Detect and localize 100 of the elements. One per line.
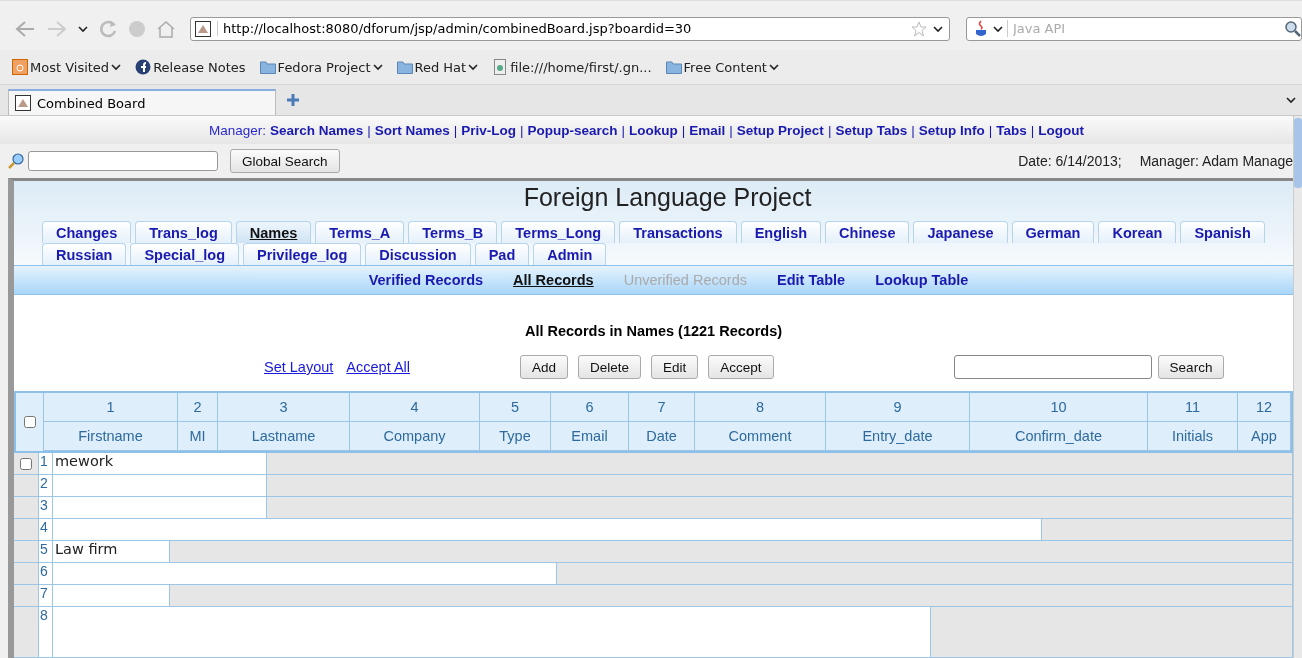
- chevron-down-icon[interactable]: [78, 24, 88, 33]
- bookmark-item[interactable]: Red Hat: [396, 59, 479, 75]
- chevron-down-icon[interactable]: [468, 63, 479, 71]
- tab[interactable]: Trans_log: [135, 221, 232, 243]
- column-header[interactable]: Initials: [1148, 422, 1238, 451]
- nav-link[interactable]: Setup Tabs: [835, 122, 908, 138]
- address-bar[interactable]: http://localhost:8080/dforum/jsp/admin/combinedBoard.jsp?boardid=30: [190, 16, 950, 41]
- text-link[interactable]: Set Layout: [264, 359, 334, 375]
- chevron-down-icon[interactable]: [372, 63, 383, 71]
- nav-link[interactable]: Logout: [1038, 122, 1084, 138]
- tab[interactable]: Admin: [533, 243, 607, 265]
- column-header[interactable]: Date: [629, 422, 695, 451]
- bookmark-item[interactable]: Fedora Project: [259, 59, 383, 75]
- separator: |: [729, 122, 733, 138]
- tab[interactable]: Japanese: [913, 221, 1008, 243]
- column-header[interactable]: Entry_date: [826, 422, 970, 451]
- chevron-down-icon[interactable]: [993, 24, 1003, 33]
- logo-icon[interactable]: [135, 59, 152, 75]
- column-number: 2: [178, 393, 218, 422]
- plus-icon[interactable]: [286, 93, 300, 107]
- column-header[interactable]: Lastname: [218, 422, 350, 451]
- checkbox[interactable]: [23, 416, 36, 428]
- page-icon[interactable]: [195, 20, 211, 37]
- feed-icon[interactable]: [12, 59, 28, 75]
- nav-link[interactable]: Setup Info: [918, 122, 985, 138]
- column-header[interactable]: Comment: [695, 422, 826, 451]
- chevron-down-icon[interactable]: [768, 63, 779, 71]
- action-button[interactable]: Delete: [578, 355, 642, 379]
- java-cup-icon[interactable]: [973, 19, 989, 38]
- bookmark-item[interactable]: Most Visited: [12, 59, 122, 75]
- nav-link[interactable]: Popup-search: [527, 122, 618, 138]
- tab[interactable]: Special_log: [130, 243, 239, 265]
- row-number: 7: [38, 585, 52, 606]
- action-button[interactable]: Add: [520, 355, 569, 379]
- sub-nav-link[interactable]: All Records: [513, 272, 594, 288]
- column-header[interactable]: Confirm_date: [970, 422, 1148, 451]
- folder-icon[interactable]: [259, 59, 276, 75]
- column-number: 10: [970, 393, 1148, 422]
- bookmark-item[interactable]: Release Notes: [135, 59, 246, 75]
- nav-link[interactable]: Setup Project: [736, 122, 824, 138]
- url-text: http://localhost:8080/dforum/jsp/admin/combinedBoard.jsp?boardid=30: [217, 21, 692, 36]
- browser-tab[interactable]: Combined Board: [8, 89, 276, 115]
- action-button[interactable]: Edit: [651, 355, 699, 379]
- nav-link[interactable]: Sort Names: [374, 122, 450, 138]
- sub-nav-link[interactable]: Edit Table: [776, 272, 846, 288]
- chevron-down-icon[interactable]: [933, 24, 943, 33]
- folder-icon[interactable]: [396, 59, 413, 75]
- column-header[interactable]: Firstname: [44, 422, 178, 451]
- page-icon[interactable]: [15, 95, 31, 111]
- tab[interactable]: Discussion: [365, 243, 471, 265]
- global-search-button[interactable]: Global Search: [230, 149, 340, 173]
- tab[interactable]: English: [740, 221, 822, 243]
- separator: |: [1030, 122, 1035, 138]
- tab[interactable]: Privilege_log: [243, 243, 362, 265]
- nav-link[interactable]: Search Names: [270, 122, 364, 138]
- chevron-down-icon[interactable]: [1286, 96, 1296, 104]
- search-field[interactable]: [28, 151, 218, 171]
- records-heading: All Records in Names (1221 Records): [523, 323, 784, 341]
- sub-nav-link[interactable]: Lookup Table: [875, 272, 969, 288]
- nav-link[interactable]: Lookup: [629, 122, 678, 138]
- search-field[interactable]: [953, 355, 1152, 379]
- column-header[interactable]: Type: [480, 422, 551, 451]
- sub-nav-link[interactable]: Verified Records: [368, 272, 484, 288]
- bookmark-item[interactable]: file:///home/first/.gn...: [492, 59, 652, 75]
- tab[interactable]: Russian: [42, 243, 127, 265]
- column-header[interactable]: MI: [178, 422, 218, 451]
- column-number: 12: [1238, 393, 1291, 422]
- file-icon[interactable]: [492, 59, 509, 75]
- tab[interactable]: Spanish: [1180, 221, 1265, 243]
- search-button[interactable]: Search: [1157, 355, 1225, 379]
- tab[interactable]: Terms_Long: [501, 221, 616, 243]
- nav-link[interactable]: Email: [689, 122, 726, 138]
- tab[interactable]: Pad: [474, 243, 530, 265]
- column-header[interactable]: App: [1238, 422, 1291, 451]
- row-number: 5: [38, 541, 52, 562]
- bookmark-item[interactable]: Free Content: [665, 59, 779, 75]
- tab[interactable]: German: [1011, 221, 1095, 243]
- search-bar[interactable]: Java API: [966, 16, 1302, 41]
- scrollbar[interactable]: [1293, 116, 1302, 658]
- separator: |: [681, 122, 686, 138]
- tab[interactable]: Changes: [42, 221, 132, 243]
- search-icon[interactable]: [8, 153, 24, 169]
- folder-icon[interactable]: [665, 59, 682, 75]
- column-header[interactable]: Company: [350, 422, 480, 451]
- search-icon[interactable]: [1285, 20, 1301, 37]
- star-icon[interactable]: [911, 20, 927, 37]
- tab[interactable]: Names: [235, 221, 312, 243]
- tab[interactable]: Terms_B: [408, 221, 498, 243]
- chevron-down-icon[interactable]: [111, 63, 122, 71]
- action-button[interactable]: Accept: [708, 355, 774, 379]
- column-header[interactable]: Email: [551, 422, 629, 451]
- text-link[interactable]: Accept All: [346, 359, 410, 375]
- scroll-thumb[interactable]: [1294, 118, 1302, 188]
- nav-link[interactable]: Priv-Log: [461, 122, 516, 138]
- tab[interactable]: Korean: [1098, 221, 1177, 243]
- nav-link[interactable]: Tabs: [996, 122, 1027, 138]
- tab[interactable]: Transactions: [619, 221, 737, 243]
- tab[interactable]: Chinese: [825, 221, 910, 243]
- checkbox[interactable]: [20, 457, 32, 470]
- tab[interactable]: Terms_A: [315, 221, 405, 243]
